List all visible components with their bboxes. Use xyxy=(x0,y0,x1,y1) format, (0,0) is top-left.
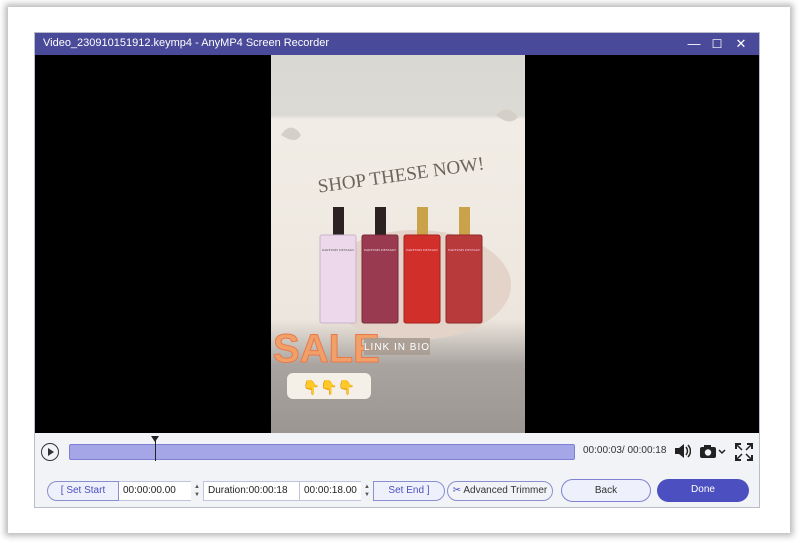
video-preview: PARFUMS DESSIAN PARFUMS DESSIAN PARFUMS … xyxy=(35,55,759,433)
done-button[interactable]: Done xyxy=(657,479,749,502)
title-bar: Video_230910151912.keymp4 - AnyMP4 Scree… xyxy=(35,33,759,55)
video-frame: PARFUMS DESSIAN PARFUMS DESSIAN PARFUMS … xyxy=(271,55,525,433)
playback-controls: 00:00:03/ 00:00:18 xyxy=(35,433,759,471)
end-time-stepper[interactable]: ▲ ▼ xyxy=(363,483,371,499)
link-text: LINK IN BIO xyxy=(364,342,430,353)
end-time-field[interactable]: 00:00:18.00 xyxy=(299,481,361,501)
camera-icon[interactable] xyxy=(699,443,727,464)
volume-icon[interactable] xyxy=(673,443,692,464)
advanced-trimmer-label: Advanced Trimmer xyxy=(463,485,548,496)
trim-bar: [ Set Start 00:00:00.00 ▲ ▼ Duration:00:0… xyxy=(35,471,759,509)
advanced-trimmer-button[interactable]: ✂ Advanced Trimmer xyxy=(447,481,553,501)
close-button[interactable]: ✕ xyxy=(732,36,750,52)
video-frame-graphic: PARFUMS DESSIAN PARFUMS DESSIAN PARFUMS … xyxy=(271,55,525,433)
minimize-button[interactable]: — xyxy=(685,36,703,52)
advanced-trimmer-icon: ✂ xyxy=(452,485,462,496)
set-end-button[interactable]: Set End ] xyxy=(373,481,445,501)
emoji-row: 👇👇👇 xyxy=(303,379,355,396)
player-window: Video_230910151912.keymp4 - AnyMP4 Scree… xyxy=(34,32,760,508)
maximize-button[interactable]: ☐ xyxy=(708,36,726,52)
bottle-label: PARFUMS DESSIAN xyxy=(364,248,396,252)
back-button[interactable]: Back xyxy=(561,479,651,502)
play-icon[interactable] xyxy=(41,443,59,461)
bottle-label: PARFUMS DESSIAN xyxy=(322,248,354,252)
timeline-track[interactable] xyxy=(69,444,575,460)
bottle-label: PARFUMS DESSIAN xyxy=(406,248,438,252)
playhead[interactable] xyxy=(150,436,159,461)
fullscreen-icon[interactable] xyxy=(735,443,753,466)
bottle-label: PARFUMS DESSIAN xyxy=(448,248,480,252)
window-title: Video_230910151912.keymp4 - AnyMP4 Scree… xyxy=(43,37,329,49)
start-time-stepper[interactable]: ▲ ▼ xyxy=(193,483,201,499)
start-time-field[interactable]: 00:00:00.00 xyxy=(119,481,191,501)
time-display: 00:00:03/ 00:00:18 xyxy=(583,445,667,456)
duration-display: Duration:00:00:18 xyxy=(203,481,299,501)
set-start-button[interactable]: [ Set Start xyxy=(47,481,119,501)
